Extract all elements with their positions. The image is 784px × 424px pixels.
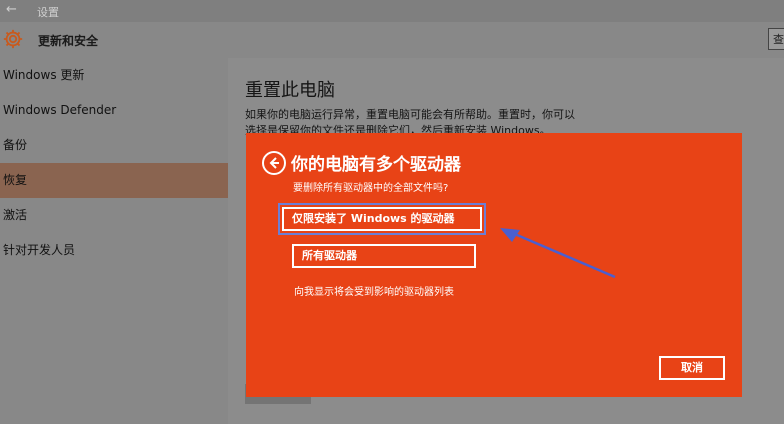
sidebar-item-backup[interactable]: 备份	[0, 128, 228, 163]
all-drives-button[interactable]: 所有驱动器	[292, 244, 476, 268]
back-circle-icon[interactable]	[262, 151, 286, 175]
search-input[interactable]: 查	[768, 28, 784, 50]
dialog-question: 要删除所有驱动器中的全部文件吗?	[293, 183, 449, 194]
sidebar-item-recovery[interactable]: 恢复	[0, 163, 228, 198]
sidebar-item-activation[interactable]: 激活	[0, 198, 228, 233]
back-arrow-icon[interactable]: ←	[6, 2, 17, 17]
sidebar-item-windows-defender[interactable]: Windows Defender	[0, 93, 228, 128]
dialog-title: 你的电脑有多个驱动器	[291, 155, 461, 175]
sidebar-item-developers[interactable]: 针对开发人员	[0, 233, 228, 268]
sidebar: Windows 更新 Windows Defender 备份 恢复 激活 针对开…	[0, 58, 228, 424]
section-title: 更新和安全	[38, 34, 99, 48]
window-title: 设置	[37, 6, 59, 19]
title-bar: ← 设置	[0, 0, 784, 22]
page-title: 重置此电脑	[245, 80, 335, 101]
cancel-button[interactable]: 取消	[659, 356, 725, 380]
arrow-annotation-icon	[500, 228, 616, 279]
section-header: 更新和安全 查	[0, 22, 784, 58]
show-affected-drives-link[interactable]: 向我显示将会受到影响的驱动器列表	[294, 283, 454, 298]
sidebar-item-windows-update[interactable]: Windows 更新	[0, 58, 228, 93]
gear-icon	[3, 29, 23, 49]
windows-drive-only-button[interactable]: 仅限安装了 Windows 的驱动器	[282, 207, 482, 231]
